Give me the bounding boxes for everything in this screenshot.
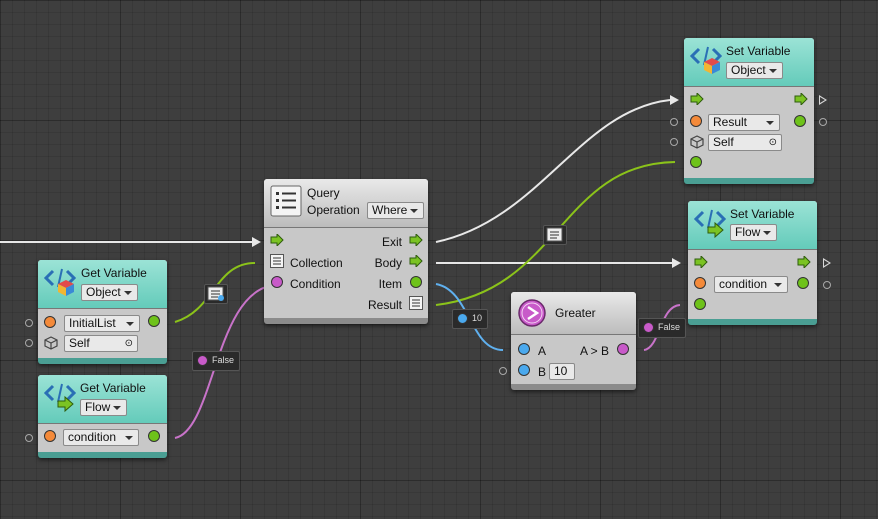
set-object-target-ring[interactable] [670,138,678,146]
item-port-label: Item [378,277,402,291]
output-value-port[interactable] [797,277,809,289]
gameobject-cube-icon [690,135,704,149]
body-arrow-icon[interactable] [409,255,423,267]
name-port-icon[interactable] [44,316,56,328]
output-value-port[interactable] [148,430,160,442]
variable-name-dropdown[interactable]: InitialList [64,315,140,332]
variable-kind-dropdown[interactable]: Object [726,62,783,79]
name-port-icon[interactable] [690,115,702,127]
control-input-arrow-icon[interactable] [694,256,708,268]
collection-list-icon[interactable] [270,254,284,268]
node-title: Set Variable [730,207,795,221]
body-port-label: Body [374,256,402,270]
get-variable-object-node[interactable]: Get Variable Object InitialList Self ⊙ [38,260,167,364]
control-output-arrow-icon[interactable] [797,256,811,268]
set-flow-output-ring[interactable] [823,281,831,289]
object-picker-icon[interactable]: ⊙ [769,135,777,150]
variable-kind-dropdown[interactable]: Object [81,284,138,301]
set-object-exit-triangle[interactable] [819,95,827,105]
greater-than-icon [518,299,546,327]
greater-b-ring[interactable] [499,367,507,375]
variable-name-dropdown[interactable]: condition [714,276,788,293]
set-variable-flow-node[interactable]: Set Variable Flow condition [688,201,817,325]
set-object-name-ring[interactable] [670,118,678,126]
value-input-port[interactable] [690,156,702,168]
b-port-icon[interactable] [518,364,530,376]
list-icon [546,227,563,242]
list-icon [207,286,224,301]
variable-object-icon [44,268,76,296]
node-title: Get Variable [81,266,147,280]
control-wire-exit [435,99,671,243]
node-title: Greater [555,306,596,320]
variable-kind-dropdown[interactable]: Flow [80,399,128,416]
get-variable-flow-node[interactable]: Get Variable Flow condition [38,375,167,458]
b-port-label: B [538,365,547,379]
number-port-icon [457,313,468,324]
exit-port-label: Exit [381,235,402,249]
target-field[interactable]: Self ⊙ [64,335,138,352]
control-input-arrow-icon[interactable] [690,93,704,105]
greater-node[interactable]: Greater A A > B B 10 [511,292,636,390]
set-variable-object-node[interactable]: Set Variable Object Result Self ⊙ [684,38,814,184]
bool-port-icon [643,322,654,333]
result-list-icon[interactable] [409,296,423,310]
output-value-port[interactable] [794,115,806,127]
query-node[interactable]: Query Operation Where Exit Collection Bo… [264,179,428,324]
a-port-label: A [538,344,547,358]
item-port-icon[interactable] [410,276,422,288]
get-flow-name-ring[interactable] [25,434,33,442]
output-port-label: A > B [579,344,609,358]
get-object-target-ring[interactable] [25,339,33,347]
variable-flow-icon [694,209,726,239]
variable-flow-icon [44,383,76,413]
gameobject-cube-icon [44,336,58,350]
node-title: Get Variable [80,381,146,395]
wire-arrowhead [670,95,679,105]
exit-arrow-icon[interactable] [409,234,423,246]
false-value-chip-right: False [638,318,686,338]
output-bool-port[interactable] [617,343,629,355]
target-field[interactable]: Self ⊙ [708,134,782,151]
name-port-icon[interactable] [694,277,706,289]
false-value-chip-left: False [192,351,240,371]
set-flow-exit-triangle[interactable] [823,258,831,268]
wire-arrowhead [252,237,261,247]
variable-kind-dropdown[interactable]: Flow [730,224,778,241]
item-value-chip: 10 [452,309,488,329]
result-port-label: Result [367,298,402,312]
collection-port-label: Collection [290,256,343,270]
output-value-port[interactable] [148,315,160,327]
variable-object-icon [690,46,722,74]
node-title: Set Variable [726,44,791,58]
list-type-chip [204,284,228,304]
b-value-field[interactable]: 10 [549,363,575,380]
operation-label: Operation [307,203,360,217]
control-input-arrow-icon[interactable] [270,234,284,246]
condition-port-icon[interactable] [271,276,283,288]
name-port-icon[interactable] [44,430,56,442]
variable-name-dropdown[interactable]: condition [63,429,139,446]
wire-arrowhead [672,258,681,268]
a-port-icon[interactable] [518,343,530,355]
operation-dropdown[interactable]: Where [367,202,425,219]
node-title: Query [307,186,340,200]
set-object-output-ring[interactable] [819,118,827,126]
get-object-name-ring[interactable] [25,319,33,327]
list-type-chip [543,225,567,245]
query-list-icon [270,185,302,217]
control-output-arrow-icon[interactable] [794,93,808,105]
condition-port-label: Condition [290,277,341,291]
variable-name-dropdown[interactable]: Result [708,114,780,131]
value-input-port[interactable] [694,298,706,310]
bool-port-icon [197,355,208,366]
object-picker-icon[interactable]: ⊙ [125,336,133,351]
